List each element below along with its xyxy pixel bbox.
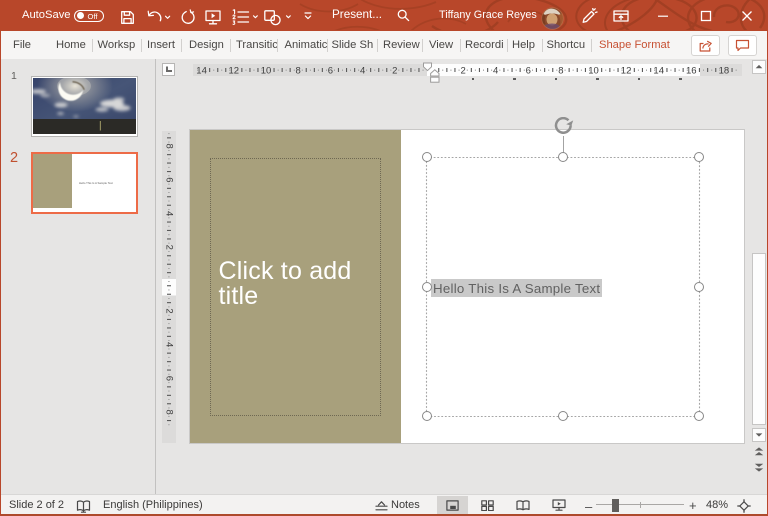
svg-text:4: 4 [360, 65, 365, 76]
svg-text:16: 16 [686, 65, 697, 76]
svg-text:8: 8 [296, 65, 301, 76]
svg-text:10: 10 [588, 65, 599, 76]
svg-text:2: 2 [460, 65, 465, 76]
svg-text:10: 10 [261, 65, 272, 76]
svg-text:4: 4 [164, 342, 175, 347]
svg-text:2: 2 [164, 244, 175, 249]
svg-text:2: 2 [164, 308, 175, 313]
svg-text:6: 6 [526, 65, 531, 76]
svg-text:14: 14 [196, 65, 207, 76]
svg-text:12: 12 [229, 65, 240, 76]
svg-text:12: 12 [621, 65, 632, 76]
svg-text:6: 6 [164, 177, 175, 182]
svg-text:18: 18 [719, 65, 730, 76]
svg-text:8: 8 [164, 143, 175, 148]
svg-text:14: 14 [653, 65, 664, 76]
svg-text:6: 6 [164, 375, 175, 380]
svg-text:4: 4 [164, 210, 175, 215]
svg-text:6: 6 [328, 65, 333, 76]
svg-text:2: 2 [392, 65, 397, 76]
svg-text:8: 8 [164, 409, 175, 414]
svg-text:8: 8 [558, 65, 563, 76]
svg-text:4: 4 [493, 65, 498, 76]
